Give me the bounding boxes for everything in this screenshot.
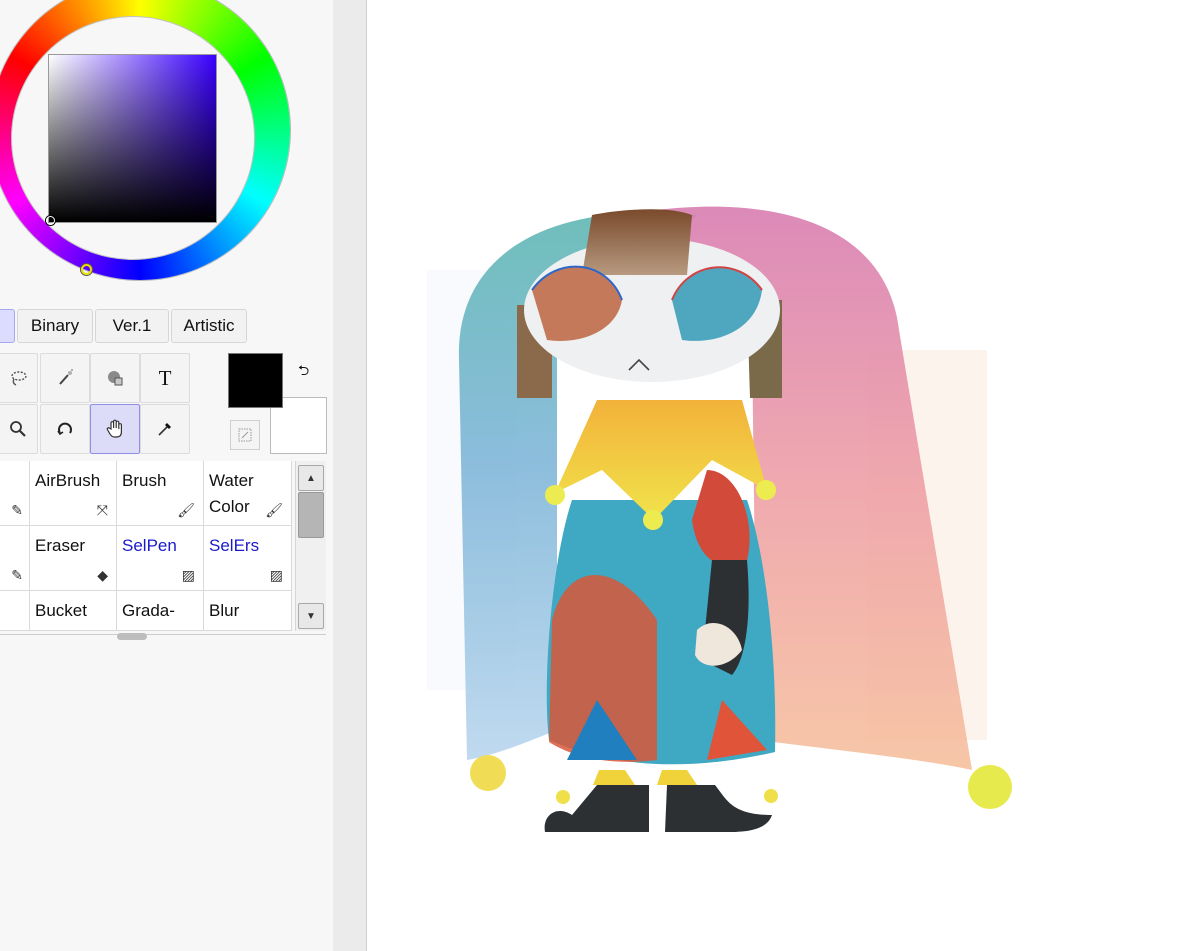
brush-label-selpen: SelPen xyxy=(122,536,177,555)
zoom-tool-button[interactable] xyxy=(0,404,38,454)
brush-slot-selers[interactable]: SelErs ▨ xyxy=(204,526,292,591)
airbrush-icon: ⤧ xyxy=(96,502,108,518)
selection-eraser-icon: ▨ xyxy=(269,567,283,583)
selection-pen-icon: ▨ xyxy=(181,567,195,583)
panel-resize-grip[interactable] xyxy=(117,633,147,640)
brush-label-gradation: Grada- xyxy=(122,601,175,620)
brush-label-eraser: Eraser xyxy=(35,536,86,555)
eyedropper-tool-button[interactable] xyxy=(140,404,190,454)
brush-tool-grid: ✎ AirBrush ⤧ Brush 🖌 Water Color 🖌 ✎ Era… xyxy=(0,461,295,631)
tab-artistic[interactable]: Artistic xyxy=(171,309,247,343)
sv-picker-cursor[interactable] xyxy=(46,216,55,225)
brush-slot-marker-partial[interactable]: ✎ xyxy=(0,526,30,591)
text-tool-button[interactable]: T xyxy=(140,353,190,403)
brush-slot-watercolor[interactable]: Water Color 🖌 xyxy=(204,461,292,526)
panel-gutter xyxy=(333,0,367,951)
jester-artwork xyxy=(427,206,1012,832)
eraser-icon: ◆ xyxy=(97,567,108,583)
brush-slot-pencil-partial[interactable]: ✎ xyxy=(0,461,30,526)
magic-wand-icon xyxy=(59,369,73,385)
brush-label-selers: SelErs xyxy=(209,536,260,555)
eyedropper-icon xyxy=(158,423,171,436)
hue-picker-cursor[interactable] xyxy=(81,264,92,275)
brush-slot-gradation[interactable]: Grada- xyxy=(117,591,204,631)
foreground-color-swatch[interactable] xyxy=(228,353,283,408)
brush-slot-brush[interactable]: Brush 🖌 xyxy=(117,461,204,526)
brush-icon: 🖌 xyxy=(177,502,195,518)
hand-icon xyxy=(106,419,122,438)
select-shape-tool-button[interactable] xyxy=(90,353,140,403)
swap-colors-icon[interactable]: ⮌ xyxy=(298,360,309,384)
brush-label-brush: Brush xyxy=(122,471,167,490)
brush-label-airbrush: AirBrush xyxy=(35,471,101,490)
tool-panel: Binary Ver.1 Artistic T ⮌ ✎ AirBrush ⤧ B… xyxy=(0,0,333,951)
watercolor-icon: 🖌 xyxy=(265,502,283,518)
pencil-icon: ✎ xyxy=(11,502,23,518)
scroll-thumb[interactable] xyxy=(298,492,324,538)
tab-binary[interactable]: Binary xyxy=(17,309,93,343)
brush-slot-blur[interactable]: Blur xyxy=(204,591,292,631)
rotate-tool-button[interactable] xyxy=(40,404,90,454)
tab-color-mode-active[interactable] xyxy=(0,309,15,343)
transparent-color-button[interactable] xyxy=(230,420,260,450)
brush-slot-partial[interactable] xyxy=(0,591,30,631)
select-shape-icon xyxy=(108,371,123,386)
drawing-canvas[interactable] xyxy=(367,0,1199,951)
scroll-down-button[interactable]: ▼ xyxy=(298,603,324,629)
panel-divider xyxy=(0,634,326,639)
lasso-icon xyxy=(11,371,27,386)
pencil-icon: ✎ xyxy=(11,567,23,583)
lasso-tool-button[interactable] xyxy=(0,353,38,403)
transparent-swatch-icon xyxy=(238,428,252,442)
brush-label-bucket: Bucket xyxy=(35,601,87,620)
zoom-icon xyxy=(10,421,26,437)
tab-ver1[interactable]: Ver.1 xyxy=(95,309,169,343)
brush-label-blur: Blur xyxy=(209,601,240,620)
scroll-up-button[interactable]: ▲ xyxy=(298,465,324,491)
saturation-value-square[interactable] xyxy=(48,54,217,223)
magic-wand-tool-button[interactable] xyxy=(40,353,90,403)
hand-tool-button[interactable] xyxy=(90,404,140,454)
brush-label-watercolor: Water Color xyxy=(209,471,254,516)
brush-slot-selpen[interactable]: SelPen ▨ xyxy=(117,526,204,591)
brush-slot-eraser[interactable]: Eraser ◆ xyxy=(30,526,117,591)
brush-slot-airbrush[interactable]: AirBrush ⤧ xyxy=(30,461,117,526)
brush-slot-bucket[interactable]: Bucket xyxy=(30,591,117,631)
rotate-icon xyxy=(57,422,72,436)
